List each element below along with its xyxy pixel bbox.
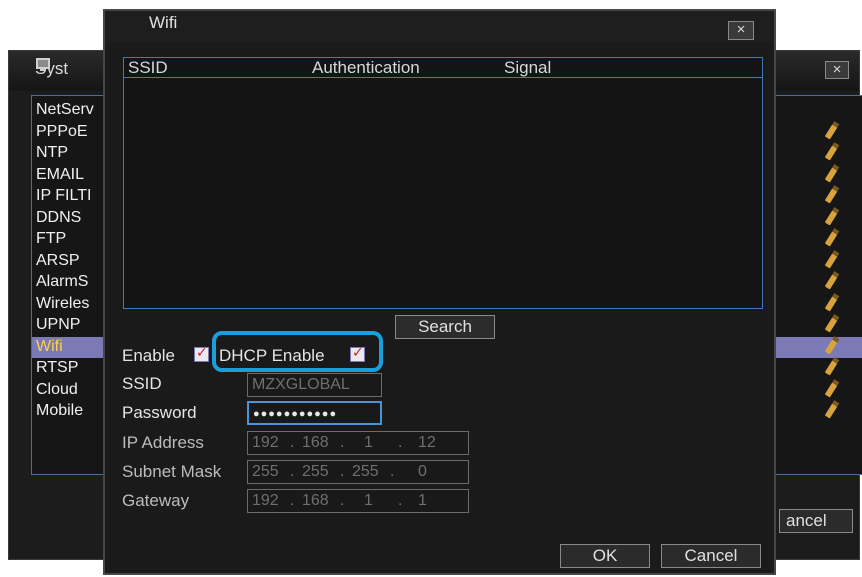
wifi-close-button[interactable]: × [728, 21, 754, 40]
gateway-octet-4[interactable]: 1 [418, 490, 427, 512]
system-menu-item-label: NTP [36, 144, 68, 161]
wifi-dialog: Wifi × SSID Authentication Signal Search… [103, 9, 776, 575]
ip-separator: . [398, 434, 403, 451]
gateway-octet-2[interactable]: 168 [302, 490, 329, 512]
column-header-authentication[interactable]: Authentication [312, 58, 420, 78]
column-header-signal[interactable]: Signal [504, 58, 551, 78]
system-cancel-button[interactable]: ancel [779, 509, 853, 533]
system-menu-item-label: EMAIL [36, 165, 85, 183]
password-label: Password [122, 403, 197, 422]
system-menu-item-label: Cloud [36, 380, 78, 398]
system-menu-item-label: Wireles [36, 294, 90, 312]
gateway-separator: . [340, 492, 345, 509]
mask-separator: . [290, 463, 295, 480]
system-menu-item-label: Wifi [36, 337, 63, 355]
screen: Syst × NetServ PPPoE NTP EMAIL IP FILTI DDNS F… [0, 0, 862, 577]
subnet-mask-field[interactable]: 255 . 255 . 255 . 0 [247, 460, 469, 484]
gateway-field[interactable]: 192 . 168 . 1 . 1 [247, 489, 469, 513]
system-close-button[interactable]: × [825, 61, 849, 79]
pencil-icon[interactable] [824, 295, 838, 312]
ip-separator: . [290, 434, 295, 451]
mask-octet-4[interactable]: 0 [418, 461, 427, 483]
cancel-button[interactable]: Cancel [661, 544, 761, 568]
pencil-icon[interactable] [824, 209, 838, 226]
pencil-icon[interactable] [824, 123, 838, 140]
pencil-icon[interactable] [824, 145, 838, 161]
system-menu-item-label: AlarmS [36, 273, 89, 290]
system-menu-item-label: FTP [36, 230, 67, 247]
mask-octet-3[interactable]: 255 [352, 461, 379, 483]
gateway-separator: . [398, 492, 403, 509]
ip-address-field[interactable]: 192 . 168 . 1 . 12 [247, 431, 469, 455]
ssid-field[interactable]: MZXGLOBAL [247, 373, 382, 397]
mask-octet-1[interactable]: 255 [252, 461, 279, 483]
system-menu-item-label: Mobile [36, 402, 84, 419]
pencil-icon[interactable] [824, 188, 838, 204]
password-field[interactable]: ●●●●●●●●●●● [247, 401, 382, 425]
gateway-separator: . [290, 492, 295, 509]
mask-octet-2[interactable]: 255 [302, 461, 329, 483]
subnet-mask-label: Subnet Mask [122, 462, 222, 481]
pencil-icon[interactable] [824, 403, 838, 419]
ip-address-label: IP Address [122, 433, 204, 452]
dhcp-highlight-ring [212, 331, 383, 372]
column-header-ssid[interactable]: SSID [128, 58, 168, 78]
gateway-octet-3[interactable]: 1 [364, 490, 373, 512]
pencil-icon[interactable] [824, 166, 838, 183]
ssid-label: SSID [122, 374, 162, 393]
ssid-table-header: SSID Authentication Signal [124, 58, 762, 78]
gateway-label: Gateway [122, 491, 190, 510]
system-menu-item-label: NetServ [36, 101, 94, 118]
pencil-icon[interactable] [824, 252, 838, 269]
ssid-table[interactable]: SSID Authentication Signal [123, 57, 763, 309]
pencil-icon[interactable] [824, 381, 838, 398]
ip-octet-3[interactable]: 1 [364, 432, 373, 454]
wifi-dialog-title: Wifi [149, 13, 178, 32]
pencil-icon[interactable] [824, 231, 838, 247]
monitor-icon [36, 58, 50, 71]
system-menu-item-label: UPNP [36, 316, 81, 333]
search-button[interactable]: Search [395, 315, 495, 339]
gateway-octet-1[interactable]: 192 [252, 490, 279, 512]
ip-octet-4[interactable]: 12 [418, 432, 436, 454]
system-menu-item-label: IP FILTI [36, 187, 92, 204]
pencil-icon[interactable] [824, 360, 838, 376]
system-menu-item-label: ARSP [36, 251, 80, 269]
ip-octet-1[interactable]: 192 [252, 432, 279, 454]
ip-separator: . [340, 434, 345, 451]
pencil-icon[interactable] [824, 317, 838, 333]
ok-button[interactable]: OK [560, 544, 650, 568]
mask-separator: . [340, 463, 345, 480]
ip-octet-2[interactable]: 168 [302, 432, 329, 454]
system-menu-item-label: RTSP [36, 359, 79, 376]
enable-label: Enable [122, 346, 175, 365]
system-menu-item-label: PPPoE [36, 122, 88, 140]
wifi-title-bar: Wifi [105, 11, 774, 43]
pencil-icon[interactable] [824, 274, 838, 290]
mask-separator: . [390, 463, 395, 480]
pencil-icon[interactable] [824, 338, 838, 355]
system-menu-item-label: DDNS [36, 208, 82, 226]
enable-checkbox[interactable] [194, 345, 209, 362]
